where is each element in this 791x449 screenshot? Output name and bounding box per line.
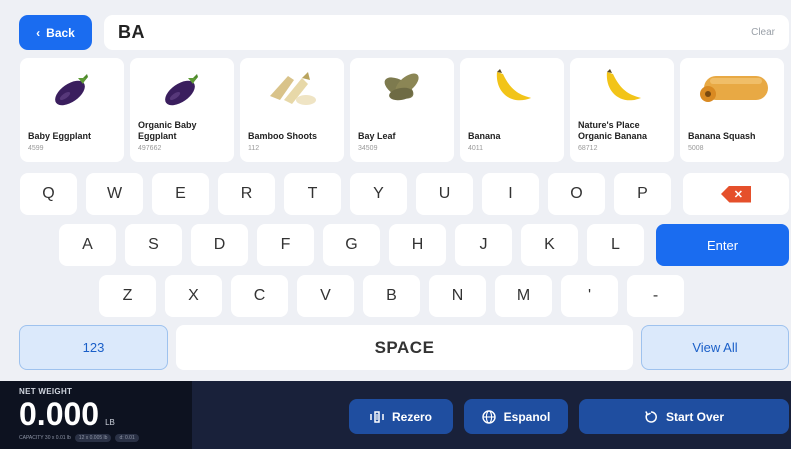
banana-icon: [460, 66, 564, 110]
product-card-banana-squash[interactable]: Banana Squash 5008: [680, 58, 784, 162]
product-card-banana[interactable]: Banana 4011: [460, 58, 564, 162]
product-code: 5008: [688, 145, 704, 152]
backspace-icon: ✕: [721, 185, 751, 203]
product-code: 68712: [578, 145, 598, 152]
enter-button[interactable]: Enter: [656, 224, 789, 266]
product-card-bamboo-shoots[interactable]: Bamboo Shoots 112: [240, 58, 344, 162]
start-over-button[interactable]: Start Over: [579, 399, 789, 434]
numbers-toggle-button[interactable]: 123: [19, 325, 168, 370]
weight-unit: LB: [105, 418, 115, 427]
espanol-button[interactable]: Espanol: [464, 399, 568, 434]
rezero-icon: [370, 410, 384, 423]
product-name: Nature's Place Organic Banana: [578, 120, 648, 141]
capacity-text: CAPACITY 30 x 0.01 lb: [19, 435, 71, 441]
product-card-natures-place-organic-banana[interactable]: Nature's Place Organic Banana 68712: [570, 58, 674, 162]
key-p[interactable]: P: [614, 173, 671, 215]
eggplant-icon: [20, 66, 124, 110]
key-hyphen[interactable]: -: [627, 275, 684, 317]
product-results: Baby Eggplant 4599 Organic Baby Eggplant…: [20, 58, 791, 162]
key-j[interactable]: J: [455, 224, 512, 266]
key-k[interactable]: K: [521, 224, 578, 266]
back-button[interactable]: ‹ Back: [19, 15, 92, 50]
key-z[interactable]: Z: [99, 275, 156, 317]
key-v[interactable]: V: [297, 275, 354, 317]
product-name: Organic Baby Eggplant: [138, 120, 197, 141]
product-name: Baby Eggplant: [28, 131, 92, 141]
bamboo-shoots-icon: [240, 66, 344, 110]
bottom-bar: NET WEIGHT 0.000 LB CAPACITY 30 x 0.01 l…: [0, 381, 791, 449]
restart-icon: [644, 410, 658, 424]
product-name: Bay Leaf: [358, 131, 396, 141]
product-name: Bamboo Shoots: [248, 131, 317, 141]
key-u[interactable]: U: [416, 173, 473, 215]
bay-leaf-icon: [350, 66, 454, 110]
key-t[interactable]: T: [284, 173, 341, 215]
product-code: 4599: [28, 145, 44, 152]
key-x[interactable]: X: [165, 275, 222, 317]
key-b[interactable]: B: [363, 275, 420, 317]
product-card-bay-leaf[interactable]: Bay Leaf 34509: [350, 58, 454, 162]
squash-icon: [680, 66, 784, 110]
clear-button[interactable]: Clear: [751, 27, 775, 38]
division-pill: d: 0.01: [115, 434, 139, 442]
key-s[interactable]: S: [125, 224, 182, 266]
key-apostrophe[interactable]: ': [561, 275, 618, 317]
rezero-button[interactable]: Rezero: [349, 399, 453, 434]
product-card-baby-eggplant[interactable]: Baby Eggplant 4599: [20, 58, 124, 162]
key-e[interactable]: E: [152, 173, 209, 215]
space-key[interactable]: SPACE: [176, 325, 633, 370]
eggplant-icon: [130, 66, 234, 110]
key-a[interactable]: A: [59, 224, 116, 266]
key-c[interactable]: C: [231, 275, 288, 317]
product-name: Banana: [468, 131, 501, 141]
scale-weight-panel: NET WEIGHT 0.000 LB CAPACITY 30 x 0.01 l…: [0, 381, 192, 449]
key-l[interactable]: L: [587, 224, 644, 266]
product-code: 34509: [358, 145, 378, 152]
capacity-pill: 12 x 0.005 lb: [74, 434, 112, 442]
backspace-key[interactable]: ✕: [683, 173, 789, 215]
product-code: 497662: [138, 145, 162, 152]
key-w[interactable]: W: [86, 173, 143, 215]
key-g[interactable]: G: [323, 224, 380, 266]
key-q[interactable]: Q: [20, 173, 77, 215]
key-h[interactable]: H: [389, 224, 446, 266]
back-button-label: Back: [46, 25, 75, 40]
key-m[interactable]: M: [495, 275, 552, 317]
globe-icon: [481, 409, 496, 424]
key-f[interactable]: F: [257, 224, 314, 266]
espanol-label: Espanol: [503, 409, 551, 424]
view-all-button[interactable]: View All: [641, 325, 789, 370]
product-card-organic-baby-eggplant[interactable]: Organic Baby Eggplant 497662: [130, 58, 234, 162]
product-code: 4011: [468, 145, 484, 152]
banana-icon: [570, 66, 674, 110]
product-code: 112: [248, 145, 260, 152]
search-query: BA: [118, 22, 145, 42]
product-name: Banana Squash: [688, 131, 756, 141]
key-o[interactable]: O: [548, 173, 605, 215]
search-input[interactable]: BA Clear: [104, 15, 789, 50]
key-y[interactable]: Y: [350, 173, 407, 215]
weight-title: NET WEIGHT: [19, 387, 73, 396]
chevron-left-icon: ‹: [36, 25, 41, 40]
key-n[interactable]: N: [429, 275, 486, 317]
key-d[interactable]: D: [191, 224, 248, 266]
key-r[interactable]: R: [218, 173, 275, 215]
start-over-label: Start Over: [665, 409, 725, 424]
weight-value: 0.000: [19, 396, 100, 432]
key-i[interactable]: I: [482, 173, 539, 215]
rezero-label: Rezero: [391, 409, 432, 424]
